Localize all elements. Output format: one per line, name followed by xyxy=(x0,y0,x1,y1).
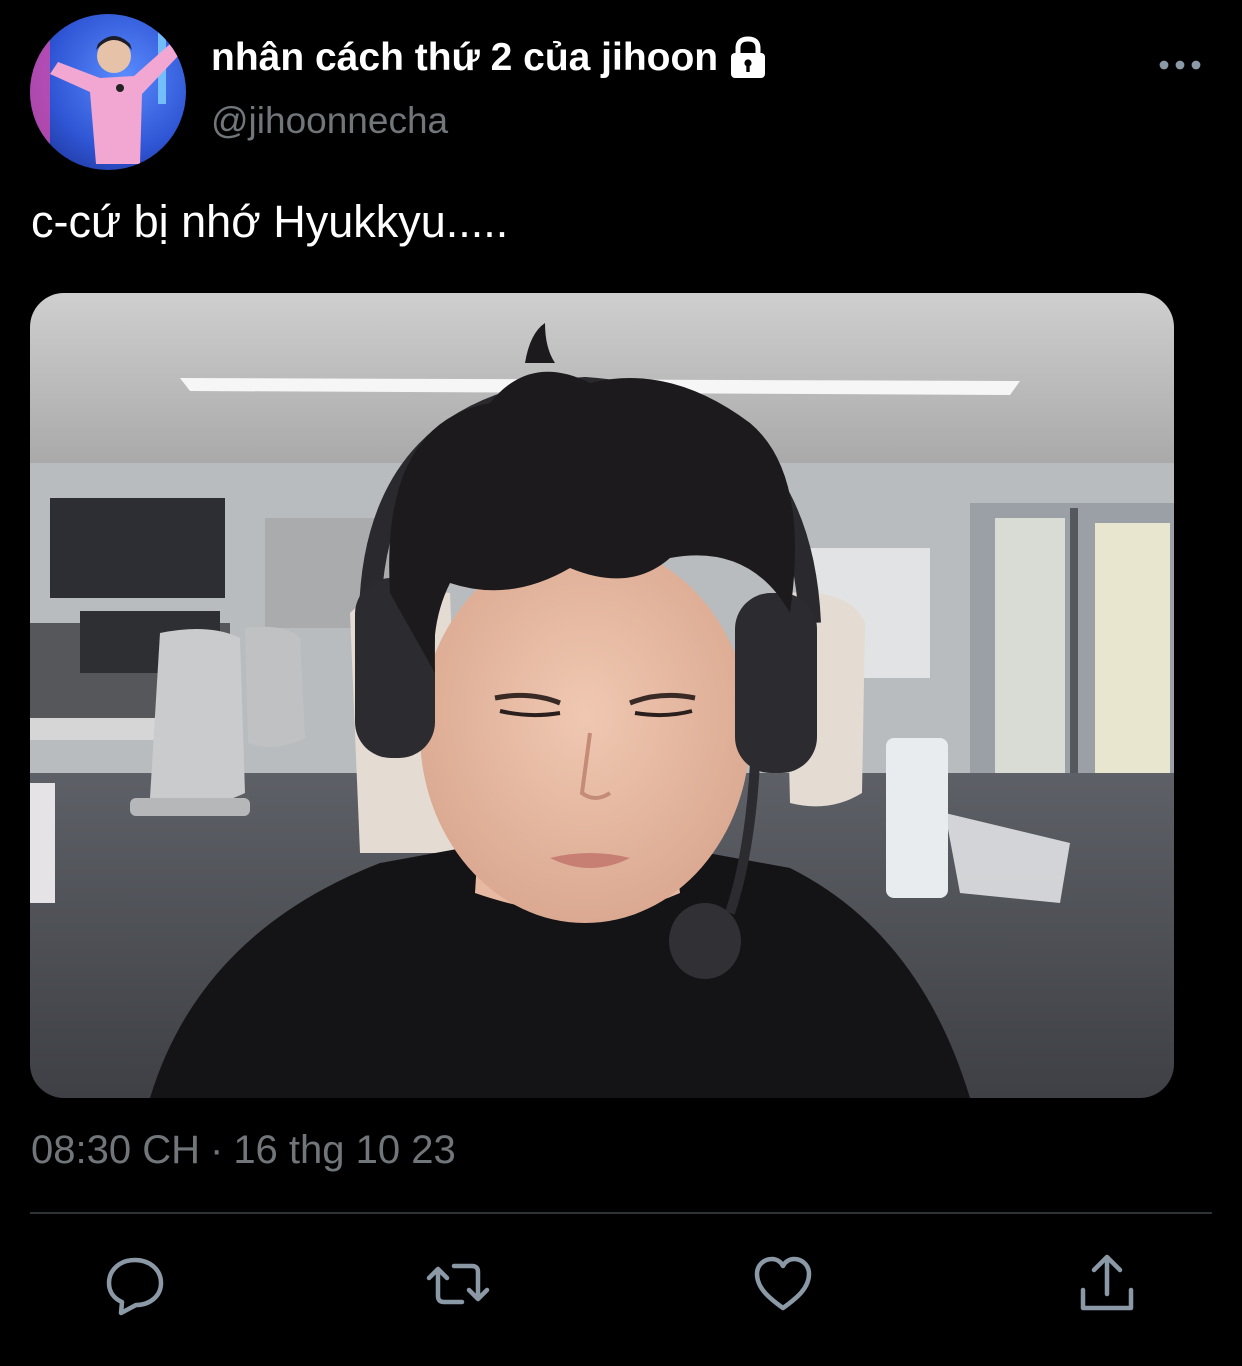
more-options-icon[interactable] xyxy=(1155,48,1205,82)
tweet-date: 16 thg 10 23 xyxy=(233,1128,456,1172)
share-icon xyxy=(1080,1254,1134,1311)
lock-icon xyxy=(731,36,766,78)
avatar-photo xyxy=(30,14,186,170)
retweet-icon xyxy=(426,1263,490,1305)
author-name-row: nhân cách thứ 2 của jihoon xyxy=(211,30,768,86)
display-name[interactable]: nhân cách thứ 2 của jihoon xyxy=(211,36,718,80)
tweet-time: 08:30 CH xyxy=(31,1128,200,1172)
more-dots xyxy=(1159,60,1201,70)
tweet-text: c-cứ bị nhớ Hyukkyu..... xyxy=(31,196,509,247)
like-button[interactable] xyxy=(751,1252,815,1316)
share-button[interactable] xyxy=(1075,1252,1139,1316)
like-icon xyxy=(754,1256,812,1311)
reply-icon xyxy=(106,1257,164,1316)
author-handle[interactable]: @jihoonnecha xyxy=(211,100,448,142)
reply-button[interactable] xyxy=(103,1252,167,1316)
divider xyxy=(30,1212,1212,1214)
tweet-timestamp[interactable]: 08:30 CH · 16 thg 10 23 xyxy=(31,1128,456,1173)
timestamp-separator: · xyxy=(209,1128,224,1172)
tweet-photo[interactable] xyxy=(30,293,1174,1098)
photo-attachment xyxy=(30,293,1174,1098)
retweet-button[interactable] xyxy=(426,1252,490,1316)
avatar[interactable] xyxy=(30,14,186,170)
